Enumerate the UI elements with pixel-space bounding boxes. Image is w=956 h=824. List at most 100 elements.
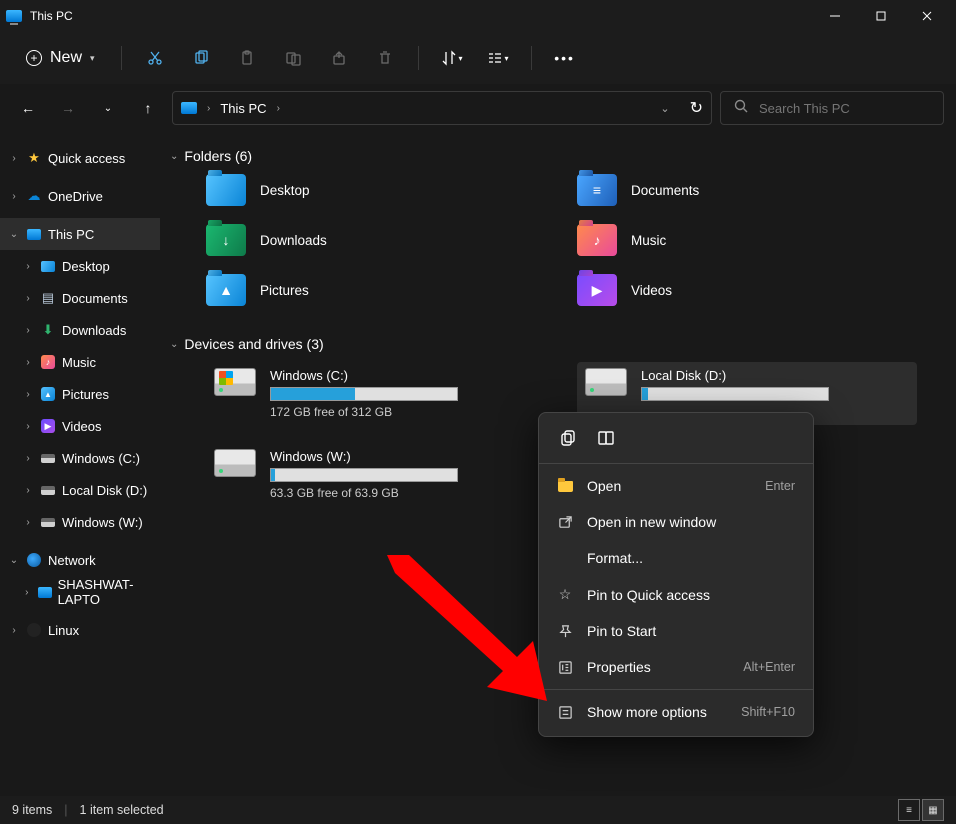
folder-music[interactable]: ♪ Music <box>577 224 948 256</box>
folder-label: Music <box>631 233 666 248</box>
context-properties[interactable]: PropertiesAlt+Enter <box>539 649 813 685</box>
download-icon: ⬇ <box>40 322 56 338</box>
drive-icon <box>40 482 56 498</box>
chevron-right-icon: › <box>22 421 34 432</box>
sidebar-label: Quick access <box>48 151 125 166</box>
sidebar-desktop[interactable]: ›Desktop <box>0 250 160 282</box>
dropdown-icon[interactable]: ⌄ <box>660 102 669 115</box>
drives-section-header[interactable]: ⌄Devices and drives (3) <box>168 330 948 362</box>
chevron-right-icon: › <box>22 261 34 272</box>
copy-button[interactable] <box>180 40 222 76</box>
status-items: 9 items <box>12 803 52 817</box>
minimize-button[interactable] <box>812 0 858 32</box>
sidebar-network-computer[interactable]: ›SHASHWAT-LAPTO <box>0 576 160 608</box>
chevron-right-icon: › <box>22 517 34 528</box>
share-button[interactable] <box>318 40 360 76</box>
sidebar-label: Local Disk (D:) <box>62 483 147 498</box>
view-button[interactable]: ▾ <box>477 40 519 76</box>
sidebar-network[interactable]: ⌄Network <box>0 544 160 576</box>
paste-button[interactable] <box>226 40 268 76</box>
more-button[interactable]: ••• <box>544 40 586 76</box>
context-icon-row <box>539 419 813 459</box>
drive-windows-c[interactable]: Windows (C:) 172 GB free of 312 GB <box>206 362 546 425</box>
pictures-icon: ▲ <box>206 274 246 306</box>
ctx-copy-icon-button[interactable] <box>557 427 579 449</box>
drive-windows-w[interactable]: Windows (W:) 63.3 GB free of 63.9 GB <box>206 443 546 506</box>
sidebar-music[interactable]: ›♪Music <box>0 346 160 378</box>
cut-button[interactable] <box>134 40 176 76</box>
sidebar-windows-w[interactable]: ›Windows (W:) <box>0 506 160 538</box>
sidebar-quick-access[interactable]: ›★Quick access <box>0 142 160 174</box>
sidebar-windows-c[interactable]: ›Windows (C:) <box>0 442 160 474</box>
status-selected: 1 item selected <box>80 803 164 817</box>
context-shortcut: Alt+Enter <box>743 660 795 674</box>
nav-row: ← → ⌄ ↑ › This PC › ⌄ ↻ <box>0 84 956 132</box>
context-show-more-options[interactable]: Show more optionsShift+F10 <box>539 694 813 730</box>
drive-icon <box>214 368 256 396</box>
chevron-down-icon: ▾ <box>90 53 95 64</box>
drive-name: Windows (W:) <box>270 449 538 464</box>
folder-label: Pictures <box>260 283 309 298</box>
context-open-new-window[interactable]: Open in new window <box>539 504 813 540</box>
new-label: New <box>50 49 82 67</box>
ctx-paste-icon-button[interactable] <box>595 427 617 449</box>
sidebar-documents[interactable]: ›▤Documents <box>0 282 160 314</box>
new-window-icon <box>557 515 573 530</box>
folder-pictures[interactable]: ▲ Pictures <box>206 274 577 306</box>
back-button[interactable]: ← <box>12 92 44 124</box>
chevron-right-icon: › <box>8 153 20 164</box>
chevron-down-icon: ⌄ <box>8 229 20 240</box>
sidebar-local-disk-d[interactable]: › Local Disk (D:) <box>0 474 160 506</box>
drive-info: Windows (W:) 63.3 GB free of 63.9 GB <box>270 449 538 500</box>
maximize-button[interactable] <box>858 0 904 32</box>
sidebar-label: OneDrive <box>48 189 103 204</box>
up-button[interactable]: ↑ <box>132 92 164 124</box>
rename-button[interactable] <box>272 40 314 76</box>
sort-button[interactable]: ▾ <box>431 40 473 76</box>
sidebar-downloads[interactable]: ›⬇Downloads <box>0 314 160 346</box>
sidebar-videos[interactable]: ›▶Videos <box>0 410 160 442</box>
forward-button[interactable]: → <box>52 92 84 124</box>
breadcrumb[interactable]: This PC <box>220 101 266 116</box>
search-input[interactable] <box>759 101 931 116</box>
more-icon: ••• <box>554 50 575 66</box>
sidebar-linux[interactable]: ›Linux <box>0 614 160 646</box>
sidebar-this-pc[interactable]: ⌄This PC <box>0 218 160 250</box>
large-icons-view-button[interactable]: ▦ <box>922 799 944 821</box>
drive-icon <box>40 450 56 466</box>
sidebar-onedrive[interactable]: ›☁OneDrive <box>0 180 160 212</box>
folder-documents[interactable]: ≡Documents <box>577 174 948 206</box>
chevron-right-icon: › <box>22 453 34 464</box>
context-open[interactable]: OpenEnter <box>539 468 813 504</box>
recent-button[interactable]: ⌄ <box>92 92 124 124</box>
delete-button[interactable] <box>364 40 406 76</box>
documents-icon: ≡ <box>577 174 617 206</box>
sidebar-pictures[interactable]: ›▲Pictures <box>0 378 160 410</box>
folder-videos[interactable]: ▶Videos <box>577 274 948 306</box>
refresh-button[interactable]: ↻ <box>690 98 703 118</box>
desktop-icon <box>206 174 246 206</box>
properties-icon <box>557 660 573 675</box>
chevron-right-icon: › <box>22 485 34 496</box>
search-bar[interactable] <box>720 91 944 125</box>
sidebar-label: Videos <box>62 419 102 434</box>
context-format[interactable]: Format... <box>539 540 813 576</box>
details-view-button[interactable]: ≡ <box>898 799 920 821</box>
close-button[interactable] <box>904 0 950 32</box>
drive-free-text: 172 GB free of 312 GB <box>270 405 538 419</box>
context-shortcut: Enter <box>765 479 795 493</box>
music-icon: ♪ <box>577 224 617 256</box>
folder-desktop[interactable]: Desktop <box>206 174 577 206</box>
toolbar-separator <box>121 46 122 70</box>
address-bar[interactable]: › This PC › ⌄ ↻ <box>172 91 712 125</box>
folders-section-header[interactable]: ⌄Folders (6) <box>168 142 948 174</box>
folder-downloads[interactable]: ↓Downloads <box>206 224 577 256</box>
sidebar-label: Network <box>48 553 96 568</box>
toolbar-separator <box>531 46 532 70</box>
cloud-icon: ☁ <box>26 188 42 204</box>
chevron-right-icon: › <box>22 389 34 400</box>
context-pin-quick-access[interactable]: ☆Pin to Quick access <box>539 576 813 613</box>
pin-icon <box>557 624 573 639</box>
context-pin-start[interactable]: Pin to Start <box>539 613 813 649</box>
new-button[interactable]: + New ▾ <box>12 43 109 73</box>
